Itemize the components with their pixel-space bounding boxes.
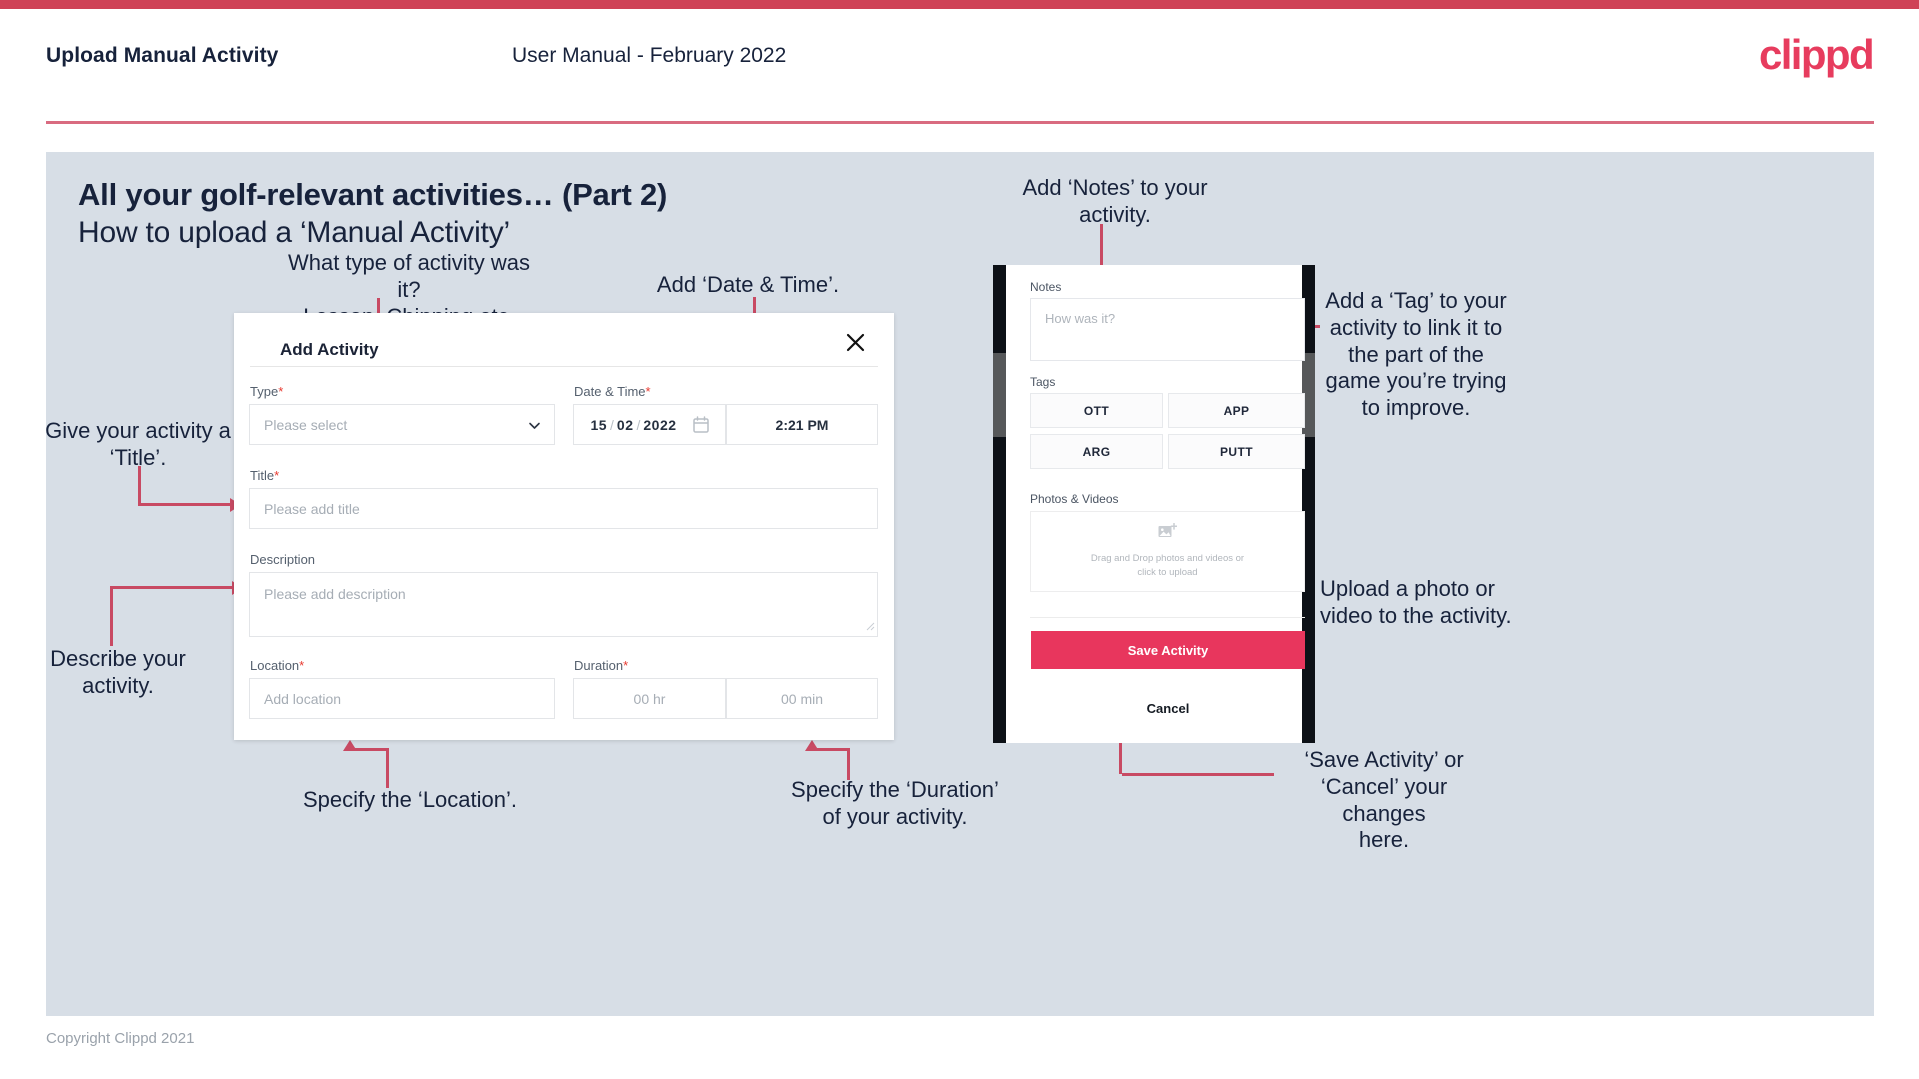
type-label-text: Type xyxy=(250,384,279,399)
duration-hours-input[interactable]: 00 hr xyxy=(573,678,726,719)
annotation-location: Specify the ‘Location’. xyxy=(302,787,518,812)
description-placeholder: Please add description xyxy=(264,586,406,602)
connector-location-arrow xyxy=(343,740,357,751)
chevron-down-icon xyxy=(528,419,540,431)
duration-hours-placeholder: 00 hr xyxy=(633,690,666,707)
date-year: 2022 xyxy=(643,416,677,433)
photos-label: Photos & Videos xyxy=(1030,492,1119,506)
dialog-divider xyxy=(250,366,878,367)
location-placeholder: Add location xyxy=(264,690,342,707)
cancel-button[interactable]: Cancel xyxy=(1031,697,1305,719)
notes-placeholder: How was it? xyxy=(1045,311,1116,326)
phone-mockup: Notes How was it? Tags OTT APP ARG PUTT … xyxy=(993,265,1315,743)
phone-divider xyxy=(1030,617,1305,618)
tags-label: Tags xyxy=(1030,375,1056,389)
page-subtitle: User Manual - February 2022 xyxy=(512,44,787,67)
add-activity-dialog: Add Activity Type* Please select Date & … xyxy=(234,313,894,740)
description-label-text: Description xyxy=(250,552,316,567)
duration-label-text: Duration xyxy=(574,658,624,673)
annotation-notes: Add ‘Notes’ to your activity. xyxy=(1022,175,1208,227)
resize-handle-icon[interactable] xyxy=(866,618,875,634)
connector-duration-v2 xyxy=(847,748,850,780)
annotation-duration: Specify the ‘Duration’ of your activity. xyxy=(791,777,999,829)
phone-bezel-left xyxy=(993,265,1006,743)
header-divider xyxy=(46,121,1874,124)
calendar-icon[interactable] xyxy=(692,416,709,433)
duration-minutes-input[interactable]: 00 min xyxy=(726,678,878,719)
annotation-upload: Upload a photo or video to the activity. xyxy=(1320,576,1512,628)
connector-save-h xyxy=(1122,773,1274,776)
tag-button-arg[interactable]: ARG xyxy=(1030,434,1163,469)
type-placeholder: Please select xyxy=(264,416,348,433)
top-accent-bar xyxy=(0,0,1919,9)
date-sep-2: / xyxy=(636,416,641,433)
datetime-label-text: Date & Time xyxy=(574,384,646,399)
location-input[interactable]: Add location xyxy=(249,678,555,719)
type-label: Type* xyxy=(250,384,283,399)
close-icon[interactable] xyxy=(838,325,872,359)
time-value: 2:21 PM xyxy=(775,416,829,433)
location-label: Location* xyxy=(250,658,304,673)
tag-button-putt[interactable]: PUTT xyxy=(1168,434,1305,469)
photo-upload-dropzone[interactable]: Drag and Drop photos and videos or click… xyxy=(1030,511,1305,592)
page-title: Upload Manual Activity xyxy=(46,44,279,67)
date-day: 15 xyxy=(590,416,608,433)
connector-duration-arrow xyxy=(805,740,819,751)
title-input[interactable]: Please add title xyxy=(249,488,878,529)
title-placeholder: Please add title xyxy=(264,500,360,517)
time-input[interactable]: 2:21 PM xyxy=(726,404,878,445)
footer-copyright: Copyright Clippd 2021 xyxy=(46,1030,195,1047)
photo-upload-text-1: Drag and Drop photos and videos or xyxy=(1090,552,1245,564)
phone-grip-left xyxy=(993,353,1006,437)
phone-screen: Notes How was it? Tags OTT APP ARG PUTT … xyxy=(1006,265,1305,743)
slide-subtitle: How to upload a ‘Manual Activity’ xyxy=(78,216,510,249)
connector-description-h xyxy=(110,586,235,589)
notes-textarea[interactable]: How was it? xyxy=(1030,298,1305,361)
duration-minutes-placeholder: 00 min xyxy=(780,690,824,707)
title-label: Title* xyxy=(250,468,279,483)
connector-location-v2 xyxy=(386,748,389,788)
datetime-required: * xyxy=(645,384,651,399)
description-textarea[interactable]: Please add description xyxy=(249,572,878,637)
annotation-description: Describe your activity. xyxy=(50,646,186,698)
photo-upload-text-2: click to upload xyxy=(1137,567,1198,578)
type-select[interactable]: Please select xyxy=(249,404,555,445)
title-required: * xyxy=(274,468,280,483)
duration-label: Duration* xyxy=(574,658,628,673)
connector-description-v xyxy=(110,588,113,646)
date-sep-1: / xyxy=(610,416,614,433)
clippd-logo: clippd xyxy=(1758,31,1875,78)
annotation-save-cancel: ‘Save Activity’ or ‘Cancel’ your changes… xyxy=(1304,747,1464,853)
title-label-text: Title xyxy=(250,468,275,483)
duration-required: * xyxy=(623,658,629,673)
slide-title: All your golf-relevant activities… (Part… xyxy=(78,177,668,212)
connector-title-v xyxy=(138,466,141,506)
location-label-text: Location xyxy=(250,658,300,673)
type-required: * xyxy=(278,384,284,399)
annotation-title: Give your activity a ‘Title’. xyxy=(45,418,231,470)
annotation-tags: Add a ‘Tag’ to your activity to link it … xyxy=(1325,288,1507,421)
annotation-datetime: Add ‘Date & Time’. xyxy=(656,272,840,297)
location-required: * xyxy=(299,658,305,673)
save-activity-button[interactable]: Save Activity xyxy=(1031,631,1305,669)
date-input[interactable]: 15 / 02 / 2022 xyxy=(573,404,726,445)
slide-page: Upload Manual Activity User Manual - Feb… xyxy=(0,0,1919,1079)
description-label: Description xyxy=(250,552,315,567)
tag-button-ott[interactable]: OTT xyxy=(1030,393,1163,428)
connector-title-h xyxy=(138,503,232,506)
datetime-label: Date & Time* xyxy=(574,384,651,399)
tag-button-app[interactable]: APP xyxy=(1168,393,1305,428)
add-image-icon xyxy=(1158,522,1178,545)
dialog-title: Add Activity xyxy=(280,340,379,359)
date-month: 02 xyxy=(616,416,634,433)
notes-label: Notes xyxy=(1030,280,1062,294)
